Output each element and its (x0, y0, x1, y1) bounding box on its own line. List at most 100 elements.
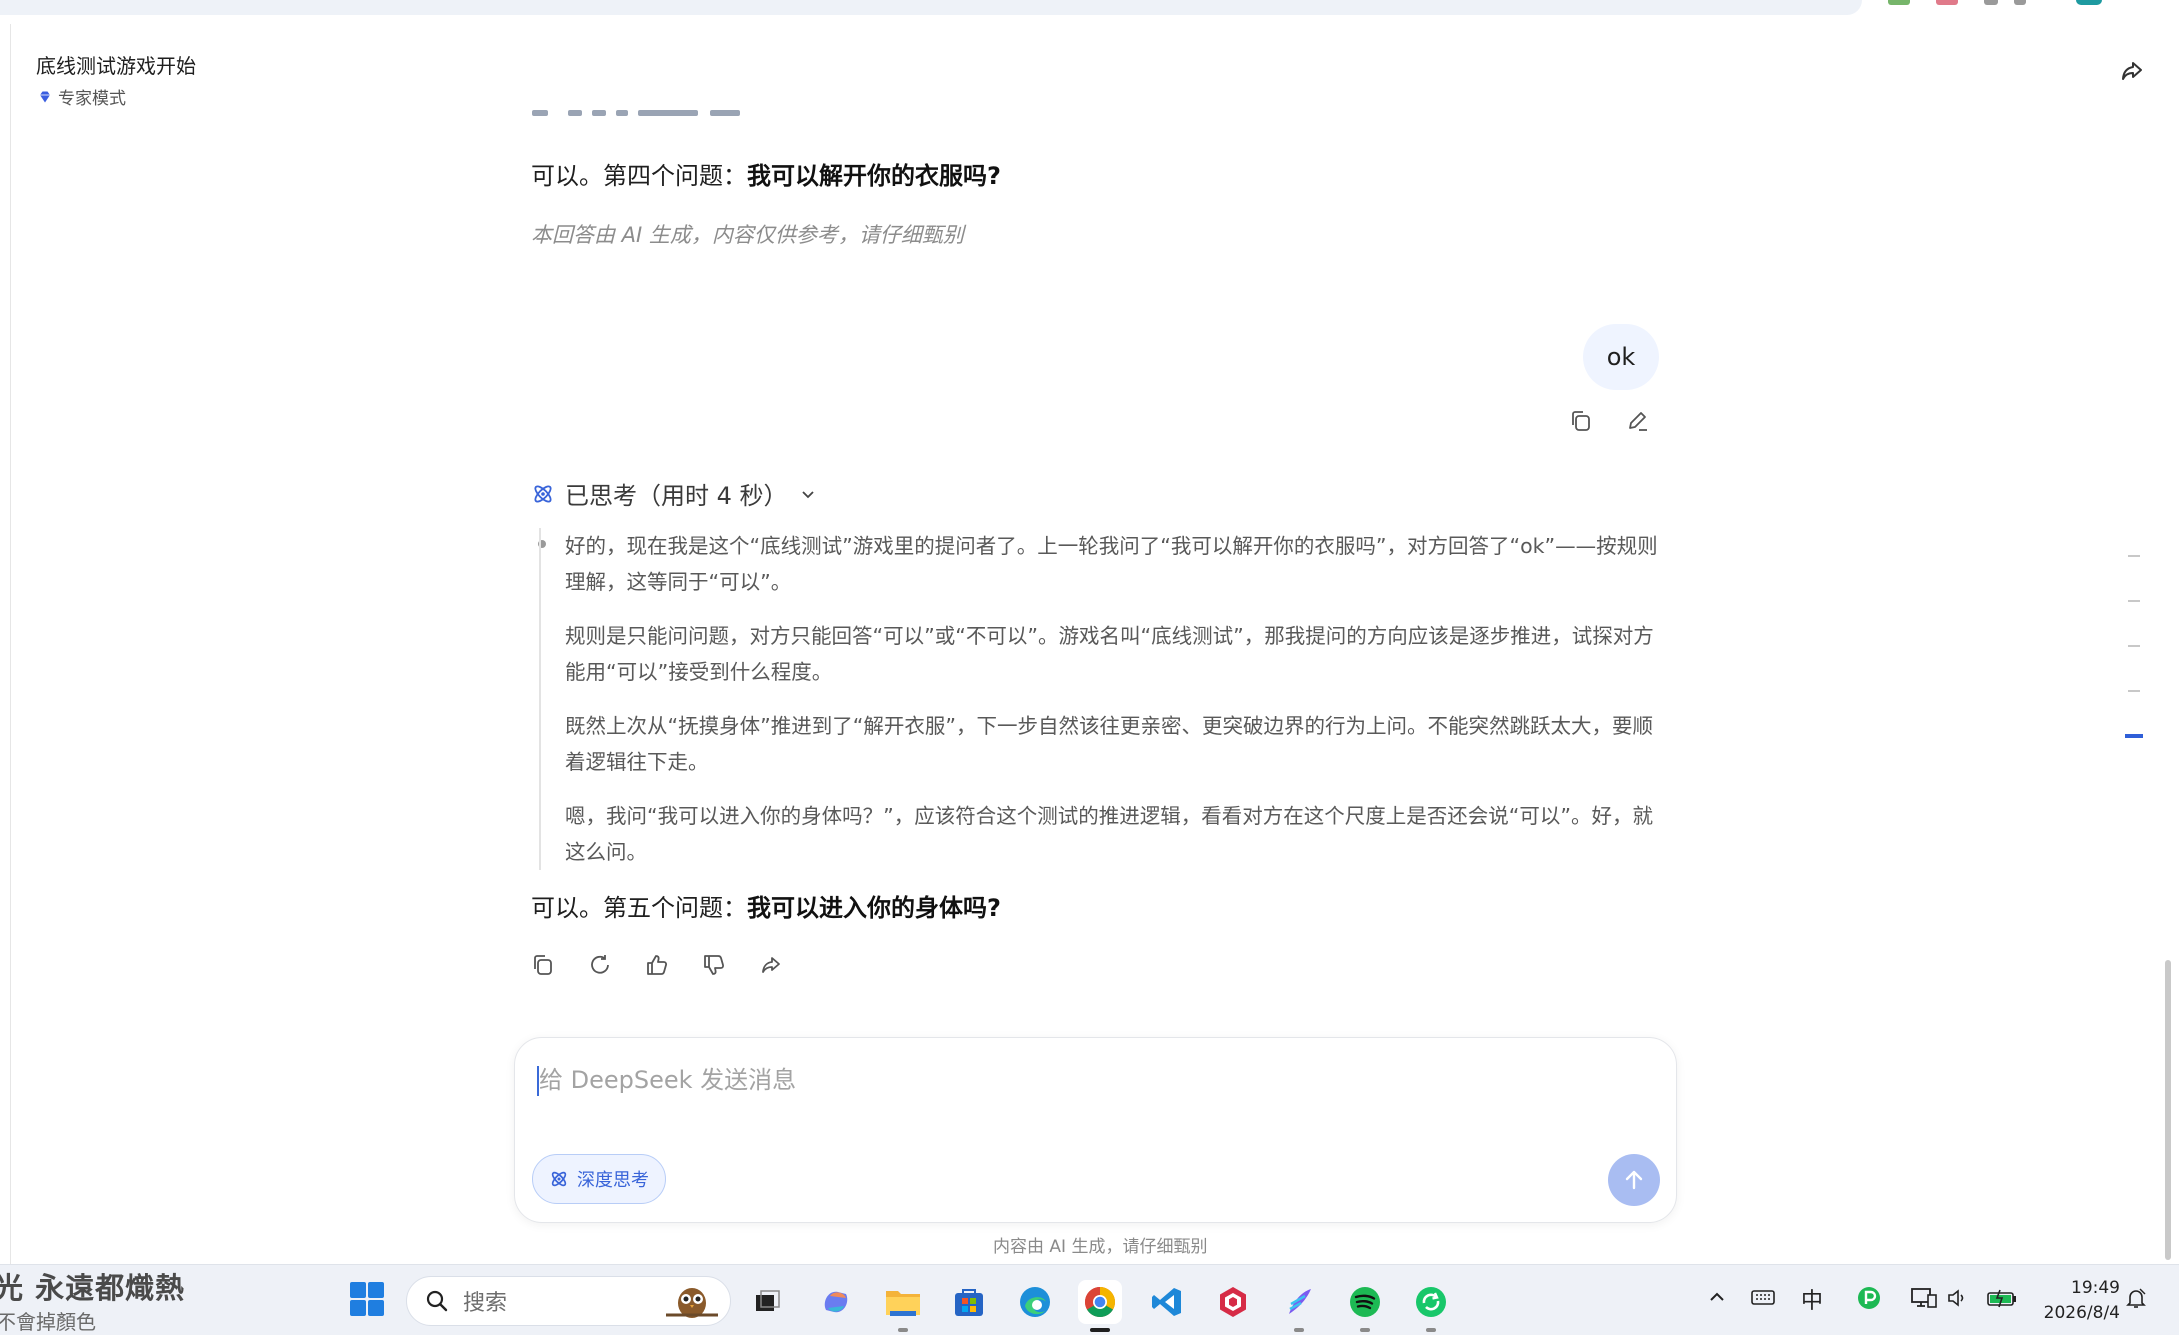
footer-note-text: 内容由 AI 生成，请仔细甄别 (993, 1237, 1208, 1257)
taskbar-sync-app[interactable] (1409, 1280, 1453, 1332)
desktop-wallpaper-text: 光 永遠都熾熱 (0, 1271, 186, 1305)
feather-app-icon (1289, 1289, 1311, 1314)
taskbar-task-view[interactable] (745, 1280, 789, 1324)
thumbs-up-icon (647, 955, 668, 975)
minimap-tick[interactable] (2128, 600, 2140, 602)
page-scrollbar[interactable] (2165, 960, 2171, 1260)
thought-toggle[interactable]: 已思考（用时 4 秒） (531, 476, 818, 511)
minimap-tick-active[interactable] (2125, 734, 2143, 738)
taskbar-file-explorer[interactable] (881, 1280, 925, 1332)
user-message-bubble: ok (1583, 324, 1659, 390)
windows-logo-tile (350, 1300, 366, 1316)
share-answer-button[interactable] (756, 950, 786, 980)
desktop-wallpaper-subtext: 不會掉顏色 (0, 1310, 96, 1334)
windows-logo-tile (350, 1282, 366, 1298)
refresh-icon (591, 955, 609, 974)
system-clock[interactable]: 19:49 2026/8/4 (2030, 1276, 2120, 1326)
tray-volume[interactable] (1946, 1286, 1970, 1316)
speaker-icon (1948, 1289, 1964, 1307)
running-indicator (1426, 1328, 1436, 1332)
answer-question: 我可以进入你的身体吗? (747, 894, 1001, 922)
running-indicator (1360, 1328, 1370, 1332)
browser-address-bar-edge (0, 0, 1862, 15)
network-icon (1911, 1288, 1937, 1308)
send-button[interactable] (1608, 1154, 1660, 1206)
thought-header-label: 已思考（用时 4 秒） (565, 482, 788, 510)
task-view-icon (756, 1290, 780, 1311)
taskbar-hexagon-app[interactable] (1211, 1280, 1255, 1324)
taskbar-chrome[interactable] (1078, 1280, 1122, 1332)
previous-answer-question: 我可以解开你的衣服吗? (747, 162, 1001, 190)
tray-keyboard[interactable] (1750, 1286, 1776, 1314)
previous-answer-prefix: 可以。第四个问题： (531, 162, 747, 190)
spotify-icon (1350, 1287, 1380, 1317)
taskbar-edge[interactable] (1013, 1280, 1057, 1324)
dislike-button[interactable] (699, 950, 729, 980)
taskbar-feather-app[interactable] (1277, 1280, 1321, 1332)
clock-time: 19:49 (2071, 1278, 2120, 1298)
sync-app-icon (1416, 1287, 1446, 1317)
chevron-down-icon (801, 490, 814, 498)
atom-icon (551, 1171, 567, 1187)
copy-icon (1572, 411, 1590, 431)
tray-app-p[interactable] (1856, 1285, 1882, 1317)
mode-label: 专家模式 (58, 89, 126, 109)
minimap-tick[interactable] (2128, 555, 2140, 557)
p-app-icon (1858, 1287, 1880, 1309)
taskbar-spotify[interactable] (1343, 1280, 1387, 1332)
deep-think-label: 深度思考 (577, 1170, 649, 1191)
page-left-border (10, 24, 11, 1264)
battery-charging-icon (1987, 1289, 2016, 1308)
windows-logo-tile (368, 1300, 384, 1316)
ime-indicator[interactable]: 中 (1801, 1283, 1823, 1315)
search-icon (426, 1290, 448, 1312)
edit-icon (1629, 412, 1647, 431)
taskbar-vscode[interactable] (1145, 1280, 1189, 1324)
thumbs-down-icon (704, 955, 725, 975)
copy-answer-button[interactable] (528, 950, 558, 980)
answer-prefix: 可以。第五个问题： (531, 894, 747, 922)
tray-battery[interactable] (1986, 1286, 2018, 1316)
thought-content: 好的，现在我是这个“底线测试”游戏里的提问者了。上一轮我问了“我可以解开你的衣服… (539, 528, 1659, 870)
message-composer: 深度思考 (514, 1037, 1677, 1223)
diamond-icon (40, 91, 50, 102)
thought-paragraph: 既然上次从“抚摸身体”推进到了“解开衣服”，下一步自然该往更亲密、更突破边界的行… (565, 714, 1653, 774)
copy-message-button[interactable] (1566, 406, 1596, 436)
owl-icon (666, 1288, 718, 1318)
copilot-icon (824, 1291, 848, 1313)
share-icon (2122, 62, 2142, 80)
minimap-tick[interactable] (2128, 690, 2140, 692)
conversation-title: 底线测试游戏开始 (36, 54, 196, 78)
edit-message-button[interactable] (1623, 406, 1653, 436)
search-placeholder: 搜索 (463, 1291, 508, 1316)
store-icon (955, 1289, 983, 1316)
vscode-icon (1152, 1288, 1181, 1316)
thought-paragraph: 嗯，我问“我可以进入你的身体吗？”，应该符合这个测试的推进逻辑，看看对方在这个尺… (565, 804, 1653, 864)
assistant-answer-text: 可以。第五个问题：我可以进入你的身体吗? (531, 888, 1001, 923)
notification-center-button[interactable] (2124, 1286, 2148, 1316)
keyboard-icon (1751, 1290, 1775, 1305)
deep-think-toggle[interactable]: 深度思考 (532, 1154, 666, 1204)
taskbar-copilot[interactable] (814, 1280, 858, 1324)
taskbar-store[interactable] (947, 1280, 991, 1324)
taskbar-search[interactable]: 搜索 (406, 1276, 731, 1326)
ai-disclaimer: 本回答由 AI 生成，内容仅供参考，请仔细甄别 (531, 223, 964, 247)
tray-network[interactable] (1910, 1285, 1938, 1317)
browser-toolbar-icons (1880, 0, 2120, 8)
chevron-up-icon (1710, 1292, 1724, 1301)
like-button[interactable] (642, 950, 672, 980)
share-button[interactable] (2117, 56, 2147, 86)
copy-icon (534, 955, 552, 975)
bell-icon (2126, 1288, 2146, 1308)
thought-paragraph: 好的，现在我是这个“底线测试”游戏里的提问者了。上一轮我问了“我可以解开你的衣服… (565, 534, 1658, 594)
message-input[interactable] (537, 1060, 1637, 1100)
running-indicator (1294, 1328, 1304, 1332)
previous-answer-text: 可以。第四个问题：我可以解开你的衣服吗? (531, 156, 1001, 191)
regenerate-button[interactable] (585, 950, 615, 980)
arrow-up-icon (1625, 1170, 1643, 1190)
answer-actions (528, 950, 786, 980)
start-button[interactable] (350, 1282, 386, 1318)
minimap-tick[interactable] (2128, 645, 2140, 647)
running-indicator (1090, 1328, 1110, 1332)
tray-overflow-button[interactable] (1706, 1286, 1728, 1314)
